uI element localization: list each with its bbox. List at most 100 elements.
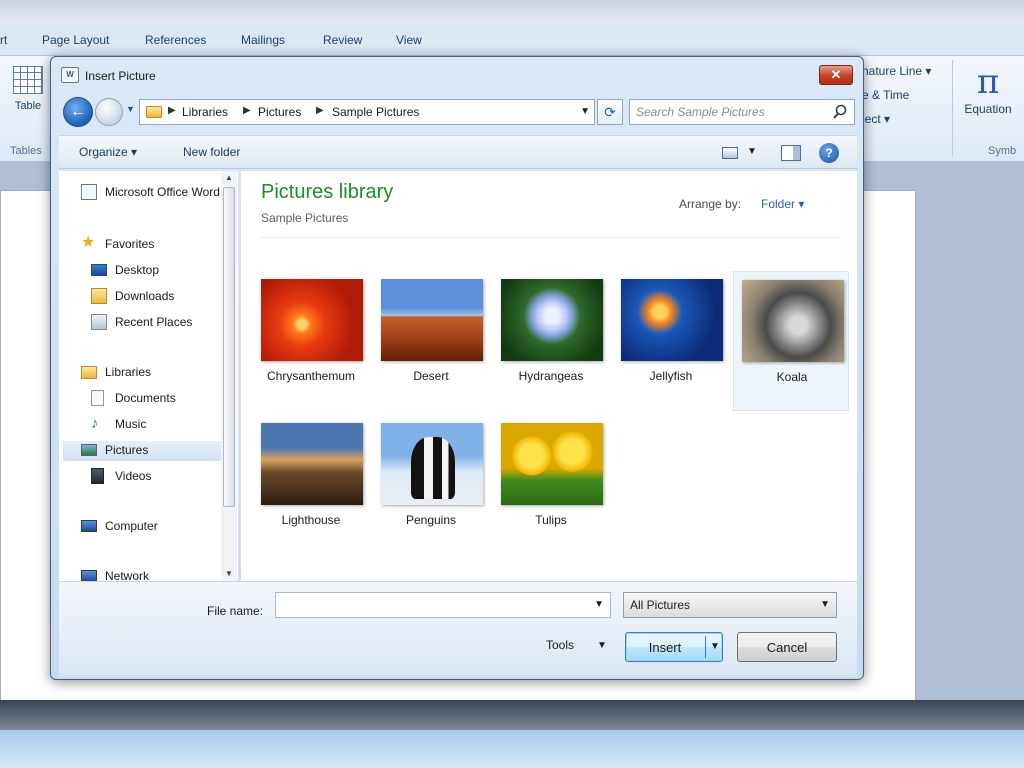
chevron-right-icon[interactable]: ▶ — [168, 105, 176, 116]
navigation-pane: Microsoft Office Word ★ Favorites Deskto… — [59, 171, 239, 581]
thumbnail-chrysanthemum[interactable]: Chrysanthemum — [253, 271, 369, 411]
split-divider — [705, 636, 706, 658]
thumbnail-caption: Chrysanthemum — [266, 369, 356, 383]
nav-item-label: Videos — [115, 469, 152, 483]
thumbnail-penguins[interactable]: Penguins — [373, 415, 489, 555]
thumbnail-jellyfish[interactable]: Jellyfish — [613, 271, 729, 411]
window-shadow — [0, 700, 1024, 730]
insert-options-dropdown-icon[interactable]: ▼ — [710, 641, 720, 652]
preview-pane-icon[interactable] — [781, 145, 801, 161]
file-name-label: File name: — [207, 604, 264, 618]
object-button[interactable]: ject ▾ — [862, 112, 952, 126]
nav-item-computer[interactable]: Computer — [81, 517, 237, 537]
help-icon[interactable]: ? — [819, 143, 839, 163]
signature-line-button[interactable]: nature Line ▾ — [862, 64, 952, 78]
breadcrumb-sample-pictures[interactable]: Sample Pictures — [332, 105, 419, 119]
tab-review[interactable]: Review — [323, 33, 362, 47]
address-dropdown-icon[interactable]: ▼ — [580, 106, 590, 117]
thumbnail-tulips[interactable]: Tulips — [493, 415, 609, 555]
new-folder-button[interactable]: New folder — [183, 145, 240, 159]
tools-button[interactable]: Tools — [546, 638, 574, 652]
forward-button[interactable] — [95, 98, 123, 126]
nav-item-network[interactable]: Network — [81, 567, 237, 581]
music-icon: ♪ — [91, 415, 99, 432]
breadcrumb-pictures[interactable]: Pictures — [258, 105, 301, 119]
equation-label: Equation — [964, 102, 1012, 116]
dialog-title-bar[interactable]: W Insert Picture ✕ — [51, 57, 863, 95]
file-name-input[interactable] — [280, 597, 580, 613]
tab-insert[interactable]: rt — [0, 33, 7, 47]
photo-koala — [742, 280, 844, 362]
thumbnail-hydrangeas[interactable]: Hydrangeas — [493, 271, 609, 411]
tab-page-layout[interactable]: Page Layout — [42, 33, 109, 47]
tools-dropdown-icon[interactable]: ▼ — [597, 640, 607, 651]
ribbon-separator — [952, 60, 953, 156]
tables-group-label: Tables — [10, 145, 42, 157]
photo-tulips — [501, 423, 603, 505]
date-time-button[interactable]: e & Time — [862, 88, 952, 102]
tab-references[interactable]: References — [145, 33, 206, 47]
header-divider — [259, 237, 839, 238]
file-list-pane: Pictures library Sample Pictures Arrange… — [241, 171, 857, 581]
table-label: Table — [14, 100, 42, 112]
photo-penguins — [381, 423, 483, 505]
search-box[interactable] — [629, 99, 855, 125]
insert-button[interactable]: Insert ▼ — [625, 632, 723, 662]
insert-label: Insert — [648, 640, 682, 655]
nav-item-libraries[interactable]: Libraries — [81, 363, 237, 383]
scroll-thumb[interactable] — [223, 187, 235, 507]
nav-item-favorites[interactable]: ★ Favorites — [81, 235, 237, 255]
libraries-icon — [81, 366, 97, 379]
photo-desert — [381, 279, 483, 361]
nav-item-pictures[interactable]: Pictures — [63, 441, 237, 461]
tab-mailings[interactable]: Mailings — [241, 33, 285, 47]
history-dropdown-icon[interactable]: ▼ — [126, 104, 135, 114]
library-subtitle: Sample Pictures — [261, 211, 349, 225]
back-button[interactable]: ← — [63, 97, 93, 127]
thumbnail-koala[interactable]: Koala — [733, 271, 849, 411]
search-input[interactable] — [636, 104, 826, 120]
arrange-by-dropdown[interactable]: Folder ▾ — [761, 197, 804, 211]
refresh-button[interactable]: ⟳ — [597, 99, 623, 125]
thumbnail-caption: Lighthouse — [281, 513, 341, 527]
nav-item-label: Network — [105, 569, 150, 581]
documents-icon — [91, 390, 104, 406]
search-icon[interactable] — [832, 104, 848, 120]
thumbnail-lighthouse[interactable]: Lighthouse — [253, 415, 369, 555]
thumbnail-caption: Hydrangeas — [518, 369, 584, 383]
organize-button[interactable]: Organize ▾ — [79, 145, 137, 159]
nav-item-label: Pictures — [105, 443, 149, 457]
photo-hydrangeas — [501, 279, 603, 361]
scroll-down-icon[interactable]: ▼ — [221, 567, 237, 581]
star-icon: ★ — [81, 235, 96, 251]
word-doc-icon — [81, 184, 97, 200]
chevron-right-icon[interactable]: ▶ — [316, 105, 324, 116]
chevron-right-icon[interactable]: ▶ — [243, 105, 251, 116]
scroll-up-icon[interactable]: ▲ — [221, 171, 237, 185]
tab-view[interactable]: View — [396, 33, 422, 47]
cancel-button[interactable]: Cancel — [737, 632, 837, 662]
nav-item-label: Libraries — [105, 365, 152, 379]
library-title: Pictures library — [261, 181, 394, 203]
file-name-combobox[interactable]: ▼ — [275, 592, 611, 618]
breadcrumb-libraries[interactable]: Libraries — [182, 105, 228, 119]
nav-item-word[interactable]: Microsoft Office Word — [81, 183, 237, 203]
equation-button[interactable]: π Equation — [956, 62, 1020, 116]
thumbnail-caption: Penguins — [405, 513, 457, 527]
videos-icon — [91, 468, 104, 484]
nav-item-label: Music — [115, 417, 147, 431]
views-dropdown-icon[interactable]: ▼ — [747, 146, 757, 157]
photo-jellyfish — [621, 279, 723, 361]
photo-lighthouse — [261, 423, 363, 505]
file-type-select[interactable]: All Pictures ▼ — [623, 592, 837, 618]
dialog-title: Insert Picture — [85, 69, 156, 83]
file-name-dropdown-icon[interactable]: ▼ — [594, 599, 604, 610]
table-button[interactable]: Table — [8, 66, 48, 112]
change-view-icon[interactable] — [722, 147, 738, 159]
nav-pane-scrollbar[interactable]: ▲ ▼ — [221, 171, 237, 581]
close-button[interactable]: ✕ — [819, 65, 853, 85]
address-bar[interactable]: ▶ Libraries ▶ Pictures ▶ Sample Pictures… — [139, 99, 595, 125]
thumbnail-desert[interactable]: Desert — [373, 271, 489, 411]
photo-chrysanthemum — [261, 279, 363, 361]
thumbnail-caption: Desert — [413, 369, 449, 383]
